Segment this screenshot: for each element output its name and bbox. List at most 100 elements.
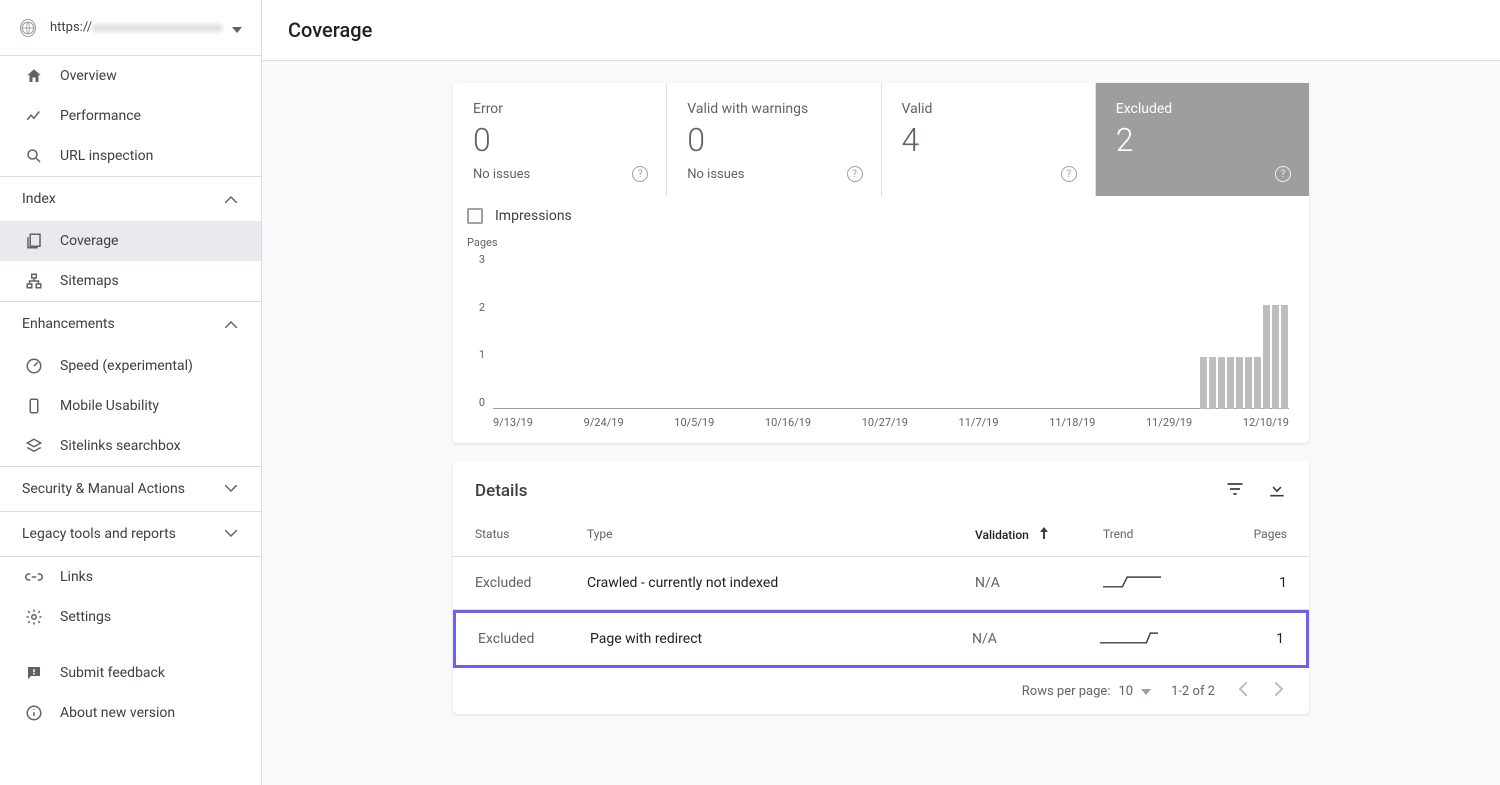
td-status: Excluded xyxy=(478,631,590,647)
layers-icon xyxy=(24,436,44,456)
sidebar-item-sitemaps[interactable]: Sitemaps xyxy=(0,261,261,301)
table-row[interactable]: Excluded Crawled - currently not indexed… xyxy=(453,557,1309,610)
impressions-toggle-row: Impressions xyxy=(453,196,1309,230)
th-pages[interactable]: Pages xyxy=(1233,527,1287,542)
chevron-down-icon[interactable] xyxy=(1141,684,1151,699)
nav-label: Sitelinks searchbox xyxy=(60,438,181,454)
nav-label: Speed (experimental) xyxy=(60,358,193,374)
nav-label: URL inspection xyxy=(60,148,153,164)
details-title: Details xyxy=(475,481,527,501)
sidebar: https:// Overview Performance URL inspec… xyxy=(0,0,262,785)
tab-error[interactable]: Error 0 No issues ? xyxy=(453,83,667,196)
nav-label: Settings xyxy=(60,609,111,625)
nav-label: Submit feedback xyxy=(60,665,165,681)
section-security[interactable]: Security & Manual Actions xyxy=(0,467,261,511)
nav-label: About new version xyxy=(60,705,175,721)
tab-valid-warnings[interactable]: Valid with warnings 0 No issues ? xyxy=(667,83,881,196)
help-icon[interactable]: ? xyxy=(1061,166,1077,182)
status-tabs: Error 0 No issues ? Valid with warnings … xyxy=(453,83,1309,196)
td-type: Crawled - currently not indexed xyxy=(587,575,975,591)
help-icon[interactable]: ? xyxy=(847,166,863,182)
rows-per-page-value[interactable]: 10 xyxy=(1118,684,1133,699)
impressions-label: Impressions xyxy=(495,208,572,224)
td-validation: N/A xyxy=(975,575,1103,591)
chart-ylabel: Pages xyxy=(467,236,1289,249)
nav-label: Sitemaps xyxy=(60,273,119,289)
link-icon xyxy=(24,567,44,587)
section-label: Enhancements xyxy=(22,316,115,332)
tab-subtitle: No issues xyxy=(687,167,860,182)
help-icon[interactable]: ? xyxy=(1275,166,1291,182)
tab-excluded[interactable]: Excluded 2 ? xyxy=(1096,83,1309,196)
next-page-button[interactable] xyxy=(1271,678,1287,704)
page-title: Coverage xyxy=(288,18,1474,42)
section-label: Security & Manual Actions xyxy=(22,481,185,497)
chevron-down-icon xyxy=(225,481,237,497)
td-type: Page with redirect xyxy=(590,631,972,647)
th-status[interactable]: Status xyxy=(475,527,587,542)
impressions-checkbox[interactable] xyxy=(467,208,483,224)
feedback-icon xyxy=(24,663,44,683)
nav-label: Overview xyxy=(60,68,117,84)
tab-subtitle: No issues xyxy=(473,167,646,182)
sidebar-item-url-inspection[interactable]: URL inspection xyxy=(0,136,261,176)
home-icon xyxy=(24,66,44,86)
sidebar-item-overview[interactable]: Overview xyxy=(0,56,261,96)
tab-value: 0 xyxy=(473,121,646,159)
globe-icon xyxy=(20,19,36,37)
tab-label: Error xyxy=(473,101,646,117)
td-validation: N/A xyxy=(972,631,1100,647)
tab-value: 4 xyxy=(902,121,1075,159)
pagination-range: 1-2 of 2 xyxy=(1171,684,1215,699)
section-index[interactable]: Index xyxy=(0,177,261,221)
sidebar-item-speed[interactable]: Speed (experimental) xyxy=(0,346,261,386)
sidebar-item-sitelinks[interactable]: Sitelinks searchbox xyxy=(0,426,261,466)
sidebar-item-performance[interactable]: Performance xyxy=(0,96,261,136)
th-validation[interactable]: Validation xyxy=(975,527,1103,542)
sidebar-item-links[interactable]: Links xyxy=(0,557,261,597)
rows-per-page-label: Rows per page: xyxy=(1022,684,1111,699)
property-url: https:// xyxy=(50,20,92,35)
tab-label: Valid xyxy=(902,101,1075,117)
pages-icon xyxy=(24,231,44,251)
chevron-down-icon xyxy=(232,18,242,37)
sidebar-item-mobile[interactable]: Mobile Usability xyxy=(0,386,261,426)
table-row[interactable]: Excluded Page with redirect N/A 1 xyxy=(453,610,1309,668)
th-type[interactable]: Type xyxy=(587,527,975,542)
tab-valid[interactable]: Valid 4 ? xyxy=(882,83,1096,196)
sitemap-icon xyxy=(24,271,44,291)
td-pages: 1 xyxy=(1230,631,1284,647)
section-label: Legacy tools and reports xyxy=(22,526,176,542)
filter-icon[interactable] xyxy=(1225,479,1245,503)
tab-label: Valid with warnings xyxy=(687,101,860,117)
td-status: Excluded xyxy=(475,575,587,591)
nav-label: Links xyxy=(60,569,93,585)
download-icon[interactable] xyxy=(1267,479,1287,503)
gear-icon xyxy=(24,607,44,627)
main-content: Coverage Error 0 No issues ? Valid with … xyxy=(262,0,1500,785)
th-trend[interactable]: Trend xyxy=(1103,527,1233,542)
info-icon xyxy=(24,703,44,723)
sidebar-item-settings[interactable]: Settings xyxy=(0,597,261,637)
search-icon xyxy=(24,146,44,166)
prev-page-button[interactable] xyxy=(1235,678,1251,704)
details-card: Details Status Type Validation Trend Pag… xyxy=(453,461,1309,714)
property-selector[interactable]: https:// xyxy=(0,0,261,56)
section-enhancements[interactable]: Enhancements xyxy=(0,302,261,346)
section-legacy[interactable]: Legacy tools and reports xyxy=(0,512,261,556)
sidebar-item-coverage[interactable]: Coverage xyxy=(0,221,261,261)
status-card: Error 0 No issues ? Valid with warnings … xyxy=(453,83,1309,443)
chevron-up-icon xyxy=(225,191,237,207)
nav-label: Mobile Usability xyxy=(60,398,159,414)
pagination: Rows per page: 10 1-2 of 2 xyxy=(453,668,1309,714)
chevron-down-icon xyxy=(225,526,237,542)
section-label: Index xyxy=(22,191,56,207)
coverage-chart: Pages 3210 9/13/199/24/1910/5/1910/16/19… xyxy=(453,230,1309,443)
td-pages: 1 xyxy=(1233,575,1287,591)
tab-label: Excluded xyxy=(1116,101,1289,117)
blurred-url xyxy=(92,24,222,32)
nav-label: Coverage xyxy=(60,233,118,249)
sidebar-item-feedback[interactable]: Submit feedback xyxy=(0,653,261,693)
sidebar-item-about[interactable]: About new version xyxy=(0,693,261,733)
page-header: Coverage xyxy=(262,0,1500,61)
